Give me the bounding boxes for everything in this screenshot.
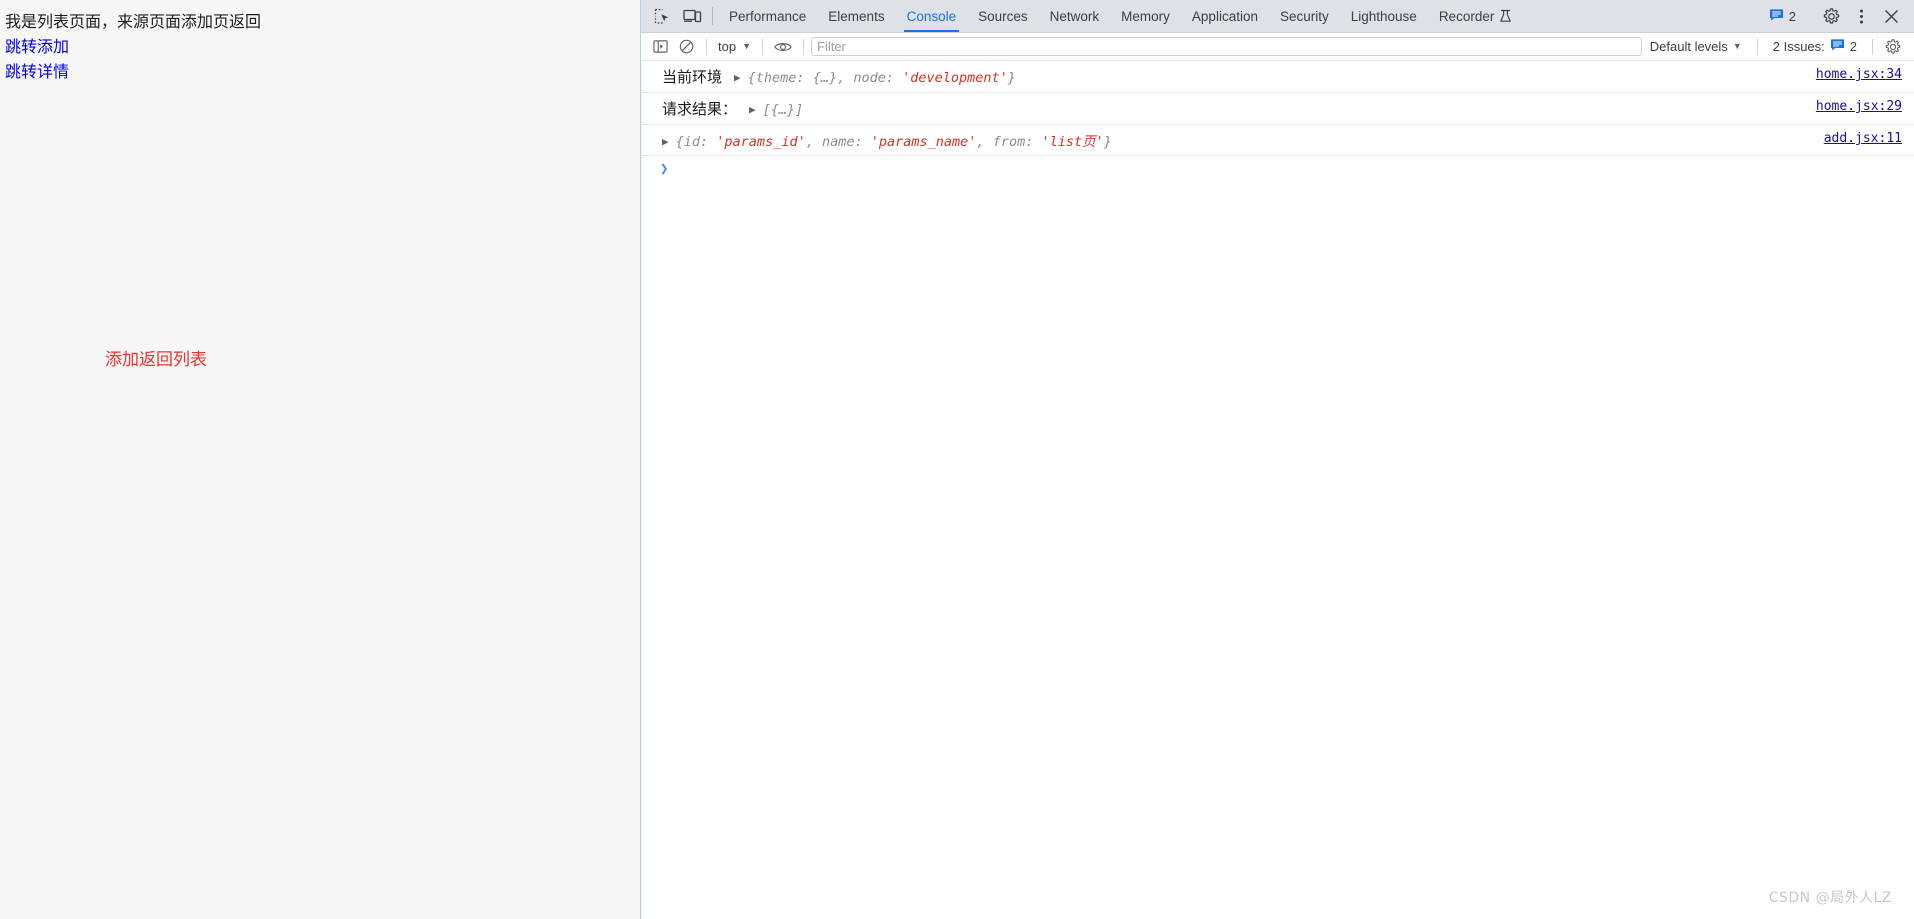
device-toolbar-icon[interactable] <box>677 0 707 32</box>
source-link[interactable]: add.jsx:11 <box>1824 131 1902 146</box>
tabbar-issues-count: 2 <box>1788 8 1796 24</box>
live-expression-eye-icon[interactable] <box>770 35 796 59</box>
page-viewport: 我是列表页面，来源页面添加页返回 跳转添加 跳转详情 添加返回列表 <box>0 0 641 919</box>
expand-arrow-icon[interactable]: ▶ <box>749 103 756 116</box>
console-log-row[interactable]: 请求结果： ▶ [{…}] home.jsx:29 <box>642 93 1914 125</box>
log-message: 请求结果： ▶ [{…}] <box>652 98 1904 119</box>
prompt-caret-icon: ❯ <box>660 161 669 177</box>
log-levels-label: Default levels <box>1649 39 1728 54</box>
toolbar-divider-3 <box>803 38 804 55</box>
source-link[interactable]: home.jsx:29 <box>1816 99 1902 114</box>
link-jump-add[interactable]: 跳转添加 <box>5 33 69 57</box>
issues-label: 2 Issues: <box>1772 39 1825 54</box>
expand-arrow-icon[interactable]: ▶ <box>734 71 741 84</box>
toolbar-divider-2 <box>762 38 763 55</box>
execution-context-value: top <box>718 39 737 54</box>
tab-memory[interactable]: Memory <box>1110 0 1181 32</box>
close-icon[interactable] <box>1876 9 1906 24</box>
tab-label: Performance <box>729 8 807 24</box>
console-prompt[interactable]: ❯ <box>642 156 1914 182</box>
tab-lighthouse[interactable]: Lighthouse <box>1340 0 1428 32</box>
console-output[interactable]: 当前环境 ▶ {theme: {…}, node: 'development'}… <box>641 61 1914 919</box>
source-link[interactable]: home.jsx:34 <box>1816 67 1902 82</box>
watermark: CSDN @局外人LZ <box>1768 890 1892 906</box>
tabbar-spacer <box>1523 0 1759 32</box>
console-log-row[interactable]: ▶ {id: 'params_id', name: 'params_name',… <box>642 125 1914 156</box>
tab-label: Recorder <box>1438 8 1495 24</box>
filter-input[interactable] <box>811 37 1642 56</box>
chevron-down-icon: ▼ <box>1732 41 1742 51</box>
tab-recorder[interactable]: Recorder <box>1428 0 1524 32</box>
toolbar-divider-5 <box>1872 38 1873 55</box>
issues-button[interactable]: 2 Issues: 2 <box>1765 38 1865 55</box>
message-icon <box>1769 8 1784 25</box>
log-message: 当前环境 ▶ {theme: {…}, node: 'development'} <box>652 66 1904 87</box>
tab-label: Network <box>1049 8 1100 24</box>
tabbar-divider <box>712 7 713 25</box>
console-toolbar: top ▼ Default levels ▼ 2 Issues: <box>641 33 1914 61</box>
tab-label: Security <box>1279 8 1329 24</box>
devtools-panel: Performance Elements Console Sources Net… <box>641 0 1914 919</box>
tabbar-issues-badge[interactable]: 2 <box>1760 8 1805 25</box>
clear-console-icon[interactable] <box>673 35 699 59</box>
log-object-preview[interactable]: {theme: {…}, node: 'development'} <box>748 70 1016 86</box>
flask-icon <box>1499 9 1512 23</box>
tab-network[interactable]: Network <box>1039 0 1111 32</box>
link-jump-detail[interactable]: 跳转详情 <box>5 58 69 82</box>
execution-context-select[interactable]: top ▼ <box>714 39 755 54</box>
tab-security[interactable]: Security <box>1269 0 1340 32</box>
chevron-down-icon: ▼ <box>742 41 751 51</box>
log-object-preview[interactable]: {id: 'params_id', name: 'params_name', f… <box>676 130 1112 150</box>
tab-console[interactable]: Console <box>896 0 968 32</box>
inspect-element-icon[interactable] <box>647 0 677 32</box>
tab-elements[interactable]: Elements <box>817 0 895 32</box>
log-label: 当前环境 <box>662 68 723 86</box>
console-settings-gear-icon[interactable] <box>1880 35 1906 59</box>
tab-sources[interactable]: Sources <box>967 0 1039 32</box>
console-sidebar-icon[interactable] <box>647 35 673 59</box>
devtools-tabbar: Performance Elements Console Sources Net… <box>641 0 1914 33</box>
page-title: 我是列表页面，来源页面添加页返回 <box>5 12 262 31</box>
issues-count: 2 <box>1849 39 1857 54</box>
tab-label: Lighthouse <box>1350 8 1417 24</box>
kebab-menu-icon[interactable] <box>1846 8 1876 25</box>
log-label: 请求结果： <box>662 100 738 118</box>
expand-arrow-icon[interactable]: ▶ <box>662 135 669 148</box>
log-object-preview[interactable]: [{…}] <box>763 102 804 118</box>
log-levels-select[interactable]: Default levels ▼ <box>1642 39 1750 54</box>
tabbar-right-actions: 2 <box>1760 0 1910 32</box>
tab-label: Memory <box>1121 8 1170 24</box>
message-icon <box>1830 38 1845 55</box>
tab-label: Elements <box>828 8 885 24</box>
tab-label: Sources <box>978 8 1028 24</box>
toolbar-divider-4 <box>1756 38 1758 55</box>
toolbar-divider-1 <box>706 38 707 55</box>
log-message: ▶ {id: 'params_id', name: 'params_name',… <box>652 130 1904 150</box>
tab-label: Console <box>906 8 957 24</box>
tab-performance[interactable]: Performance <box>718 0 817 32</box>
tab-label: Application <box>1191 8 1258 24</box>
gear-icon[interactable] <box>1816 7 1846 25</box>
tab-application[interactable]: Application <box>1181 0 1269 32</box>
return-source-note: 添加返回列表 <box>105 350 207 370</box>
screen: 我是列表页面，来源页面添加页返回 跳转添加 跳转详情 添加返回列表 Perfor… <box>0 0 1914 919</box>
console-log-row[interactable]: 当前环境 ▶ {theme: {…}, node: 'development'}… <box>642 61 1914 93</box>
